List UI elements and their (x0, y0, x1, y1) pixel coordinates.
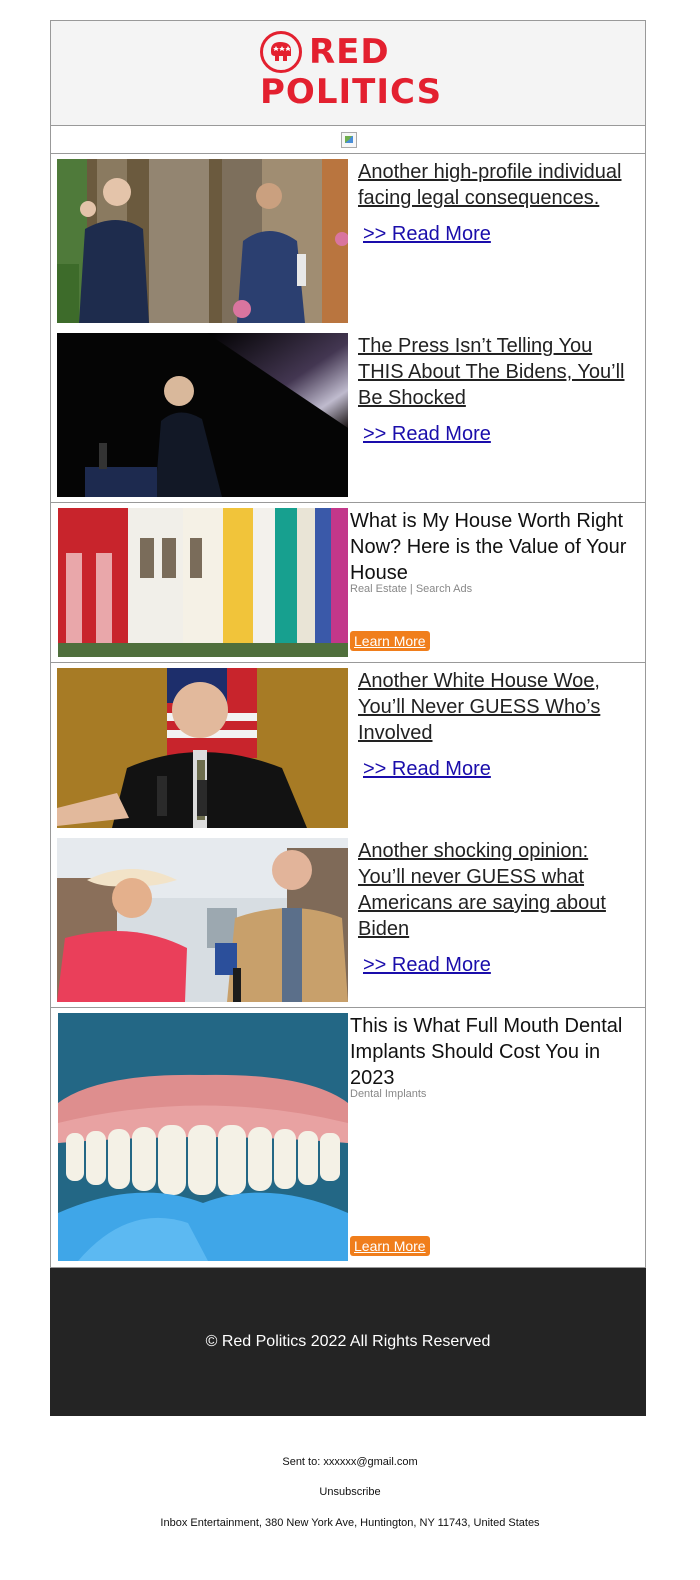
read-more-link[interactable]: >> Read More (363, 952, 638, 978)
ad-text: What is My House Worth Right Now? Here i… (350, 508, 640, 595)
broken-image-icon[interactable] (341, 132, 357, 148)
logo-text-politics: POLITICS (260, 72, 443, 112)
banner-row (50, 126, 646, 154)
ad-text: This is What Full Mouth Dental Implants … (350, 1013, 640, 1100)
email-header: RED POLITICS (50, 20, 646, 126)
ad-1-photo[interactable] (58, 508, 348, 657)
ad-source-label: Dental Implants (350, 1088, 427, 1100)
ad-2-photo[interactable] (58, 1013, 348, 1261)
story-card: Another White House Woe, You’ll Never GU… (57, 668, 641, 828)
sent-to-text: Sent to: xxxxxx@gmail.com (282, 1456, 418, 1468)
read-more-link[interactable]: >> Read More (363, 221, 638, 247)
story-4-photo[interactable] (57, 838, 348, 1002)
story-3-photo[interactable] (57, 668, 348, 828)
story-card: Another high-profile individual facing l… (57, 159, 641, 323)
story-headline-link[interactable]: Another White House Woe, You’ll Never GU… (358, 668, 638, 746)
read-more-link[interactable]: >> Read More (363, 756, 638, 782)
story-text: Another White House Woe, You’ll Never GU… (358, 668, 638, 782)
elephant-seal-icon (260, 31, 302, 73)
story-headline-link[interactable]: The Press Isn’t Telling You THIS About T… (358, 333, 638, 411)
copyright-text: © Red Politics 2022 All Rights Reserved (205, 1333, 491, 1350)
read-more-link[interactable]: >> Read More (363, 421, 638, 447)
ad-headline[interactable]: This is What Full Mouth Dental Implants … (350, 1013, 640, 1091)
story-section-2: Another White House Woe, You’ll Never GU… (50, 663, 646, 1008)
story-card: The Press Isn’t Telling You THIS About T… (57, 333, 641, 497)
story-text: The Press Isn’t Telling You THIS About T… (358, 333, 638, 447)
logo-text-red: RED (309, 32, 390, 72)
story-text: Another high-profile individual facing l… (358, 159, 638, 247)
sender-address: Inbox Entertainment, 380 New York Ave, H… (160, 1517, 540, 1529)
sponsored-ad: This is What Full Mouth Dental Implants … (58, 1013, 642, 1263)
sponsored-ad: What is My House Worth Right Now? Here i… (58, 508, 642, 658)
email-container: RED POLITICS Another high-profile indivi… (50, 20, 646, 1416)
ad-headline[interactable]: What is My House Worth Right Now? Here i… (350, 508, 640, 586)
story-headline-link[interactable]: Another high-profile individual facing l… (358, 159, 638, 211)
ad-section-2: This is What Full Mouth Dental Implants … (50, 1008, 646, 1268)
unsubscribe-link[interactable]: Unsubscribe (0, 1485, 700, 1499)
story-section-1: Another high-profile individual facing l… (50, 154, 646, 503)
brand-logo[interactable]: RED POLITICS (260, 31, 443, 112)
email-footer: © Red Politics 2022 All Rights Reserved (50, 1268, 646, 1416)
story-headline-link[interactable]: Another shocking opinion: You’ll never G… (358, 838, 638, 942)
story-card: Another shocking opinion: You’ll never G… (57, 838, 641, 1002)
story-text: Another shocking opinion: You’ll never G… (358, 838, 638, 978)
ad-section-1: What is My House Worth Right Now? Here i… (50, 503, 646, 663)
ad-source-label: Real Estate | Search Ads (350, 583, 473, 595)
story-1-photo[interactable] (57, 159, 348, 323)
story-2-photo[interactable] (57, 333, 348, 497)
learn-more-button[interactable]: Learn More (350, 631, 430, 651)
learn-more-button[interactable]: Learn More (350, 1236, 430, 1256)
